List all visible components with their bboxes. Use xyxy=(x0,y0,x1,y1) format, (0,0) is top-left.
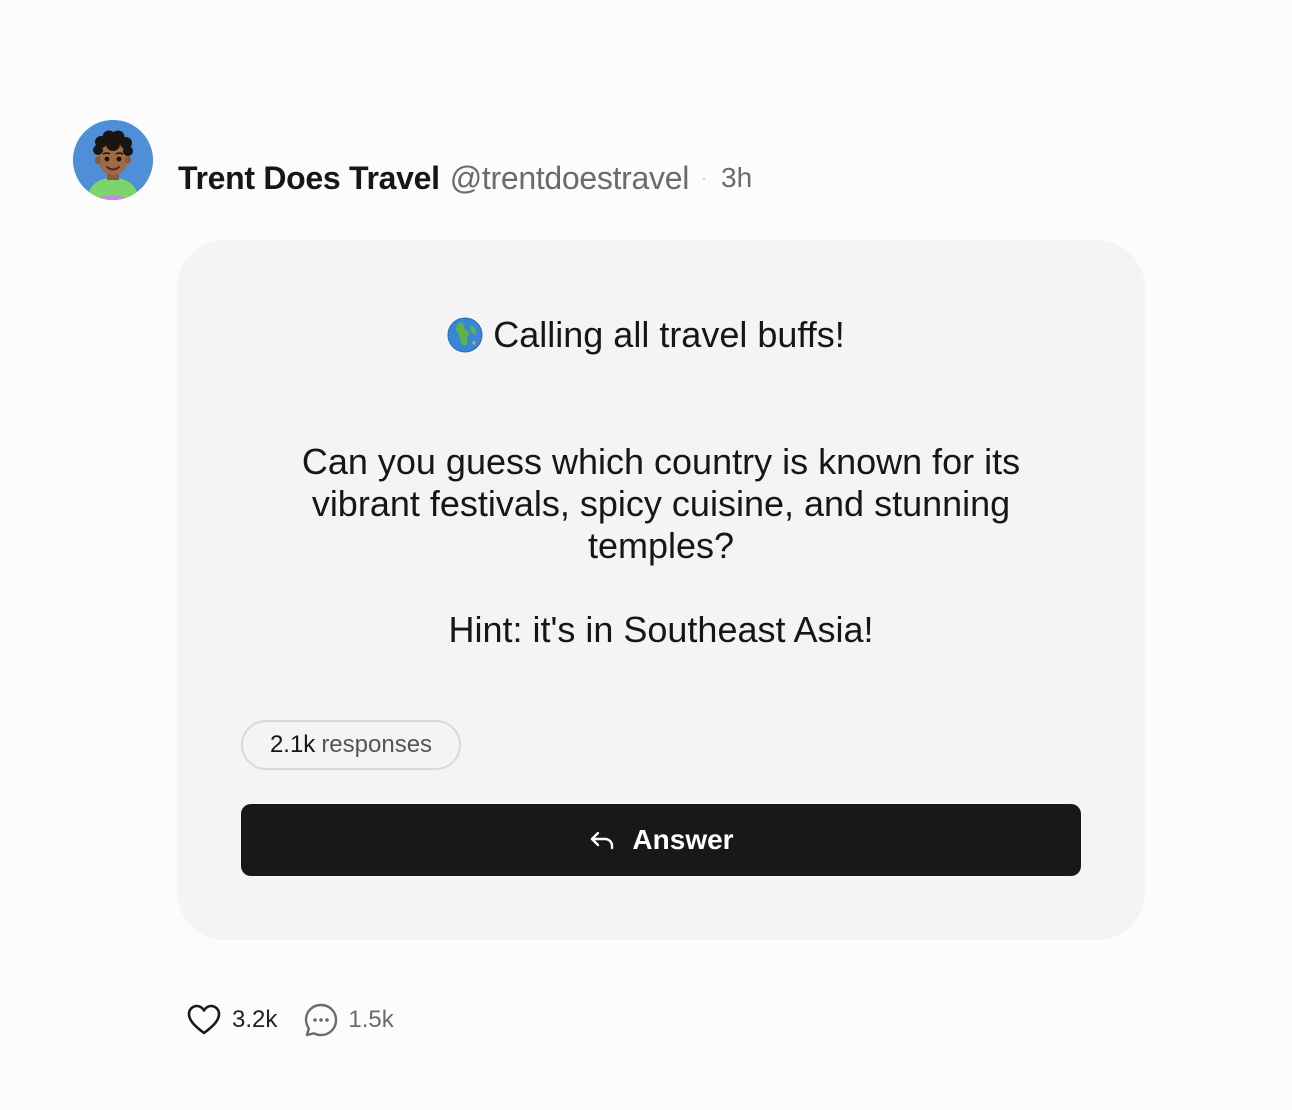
comment-action[interactable]: 1.5k xyxy=(303,1002,394,1038)
reply-arrow-icon xyxy=(591,831,614,850)
post-actions: 3.2k 1.5k xyxy=(186,1000,394,1040)
comment-count: 1.5k xyxy=(348,1006,394,1033)
card-question: Can you guess which country is known for… xyxy=(301,441,1021,566)
card-title: Calling all travel buffs! xyxy=(0,314,1292,356)
responses-count: 2.1k xyxy=(269,731,316,758)
author-handle[interactable]: @trentdoestravel xyxy=(450,160,690,197)
avatar[interactable] xyxy=(73,120,153,200)
separator-dot: · xyxy=(701,167,708,188)
like-action[interactable]: 3.2k xyxy=(186,1002,303,1038)
post: Trent Does Travel @trentdoestravel · 3h … xyxy=(0,0,1292,1110)
post-header: Trent Does Travel @trentdoestravel · 3h xyxy=(178,158,752,198)
globe-icon xyxy=(447,317,483,353)
answer-button[interactable]: Answer xyxy=(241,804,1081,876)
card-hint: Hint: it's in Southeast Asia! xyxy=(448,609,874,650)
author-name[interactable]: Trent Does Travel xyxy=(178,160,440,197)
heart-icon xyxy=(187,1004,221,1035)
like-count: 3.2k xyxy=(232,1006,278,1033)
post-timestamp: 3h xyxy=(721,162,753,193)
answer-button-label: Answer xyxy=(632,824,734,855)
responses-count-pill[interactable]: 2.1k responses xyxy=(241,720,461,770)
responses-label: responses xyxy=(321,731,433,758)
avatar-illustration xyxy=(73,120,153,200)
card-title-text: Calling all travel buffs! xyxy=(493,314,845,355)
comment-bubble-icon xyxy=(305,1003,338,1037)
